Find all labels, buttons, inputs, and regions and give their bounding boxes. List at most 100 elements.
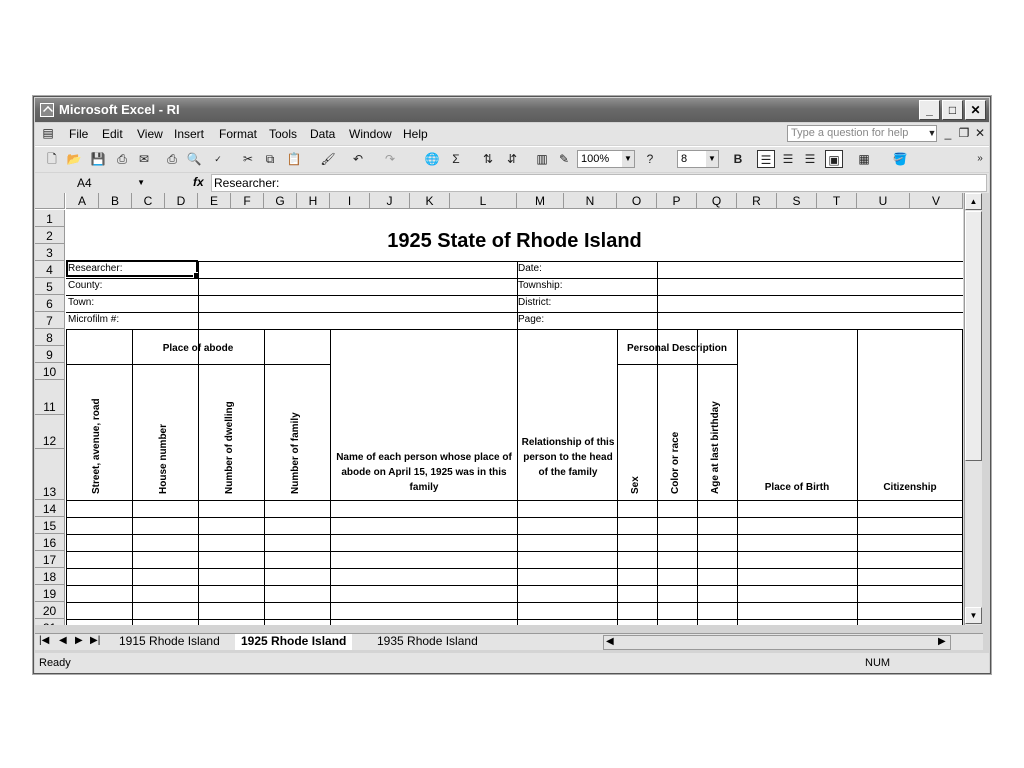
spelling-icon[interactable]: ✓ [209,150,227,168]
hyperlink-icon[interactable]: 🌐 [423,150,441,168]
column-header-s[interactable]: S [777,193,817,209]
copy-icon[interactable]: ⧉ [261,150,279,168]
email-icon[interactable]: ✉ [135,150,153,168]
close-button[interactable]: ✕ [965,100,986,120]
doc-close-button[interactable]: ✕ [971,124,989,142]
help-icon[interactable]: ? [641,150,659,168]
column-header-b[interactable]: B [99,193,132,209]
cut-icon[interactable]: ✂ [239,150,257,168]
scroll-down-button[interactable]: ▼ [965,607,982,624]
column-header-o[interactable]: O [617,193,657,209]
merge-center-icon[interactable]: ▣ [825,150,843,168]
scroll-left-button[interactable]: ◀ [606,636,614,647]
row-header-9[interactable]: 9 [35,346,65,363]
align-left-icon[interactable]: ☰ [757,150,775,168]
row-header-19[interactable]: 19 [35,585,65,602]
row-header-20[interactable]: 20 [35,602,65,619]
minimize-button[interactable]: _ [919,100,940,120]
column-header-p[interactable]: P [657,193,697,209]
column-header-u[interactable]: U [857,193,910,209]
undo-icon[interactable]: ↶ [349,150,367,168]
menu-view[interactable]: View [137,127,163,141]
vertical-scrollbar[interactable]: ▲ ▼ [964,193,982,625]
column-header-l[interactable]: L [450,193,517,209]
column-header-k[interactable]: K [410,193,450,209]
row-header-2[interactable]: 2 [35,227,65,244]
column-header-d[interactable]: D [165,193,198,209]
column-header-g[interactable]: G [264,193,297,209]
name-box-dropdown-icon[interactable]: ▼ [137,174,145,192]
column-header-m[interactable]: M [517,193,564,209]
row-header-14[interactable]: 14 [35,500,65,517]
sort-descending-icon[interactable]: ⇵ [503,150,521,168]
column-header-i[interactable]: I [330,193,370,209]
borders-icon[interactable]: ▦ [855,150,873,168]
worksheet-grid[interactable]: ABCDEFGHIJKLMNOPQRSTUV 1 2 3 4 5 6 7 8 9 10 11 12 13… [35,193,963,625]
column-header-n[interactable]: N [564,193,617,209]
bold-button[interactable]: B [729,150,747,168]
row-header-17[interactable]: 17 [35,551,65,568]
menu-window[interactable]: Window [349,127,392,141]
column-header-r[interactable]: R [737,193,777,209]
first-sheet-icon[interactable]: |◀ [39,635,49,646]
menu-tools[interactable]: Tools [269,127,297,141]
permission-icon[interactable]: ⎙ [113,150,131,168]
row-header-1[interactable]: 1 [35,210,65,227]
row-header-15[interactable]: 15 [35,517,65,534]
row-header-16[interactable]: 16 [35,534,65,551]
row-header-12[interactable]: 12 [35,415,65,449]
autosum-icon[interactable]: Σ [447,150,465,168]
menu-data[interactable]: Data [310,127,335,141]
last-sheet-icon[interactable]: ▶| [90,635,100,646]
menu-file[interactable]: File [69,127,88,141]
row-header-7[interactable]: 7 [35,312,65,329]
row-header-8[interactable]: 8 [35,329,65,346]
font-size-combo[interactable]: 8 ▼ [677,150,719,168]
ask-question-box[interactable]: Type a question for help [787,125,937,142]
align-right-icon[interactable]: ☰ [801,150,819,168]
workbook-icon[interactable]: ▤ [39,124,57,142]
tab-1925[interactable]: 1925 Rhode Island [235,634,353,650]
column-header-f[interactable]: F [231,193,264,209]
row-header-4[interactable]: 4 [35,261,65,278]
column-header-e[interactable]: E [198,193,231,209]
row-header-18[interactable]: 18 [35,568,65,585]
row-header-5[interactable]: 5 [35,278,65,295]
name-box[interactable]: A4 ▼ [37,174,149,192]
save-icon[interactable]: 💾 [89,150,107,168]
open-icon[interactable]: 📂 [65,150,83,168]
formula-input[interactable]: Researcher: [211,174,987,192]
maximize-button[interactable]: □ [942,100,963,120]
fill-color-icon[interactable]: 🪣 [891,150,909,168]
row-header-6[interactable]: 6 [35,295,65,312]
drawing-icon[interactable]: ✎ [555,150,573,168]
new-icon[interactable]: 🗋 [43,150,61,168]
menu-help[interactable]: Help [403,127,428,141]
row-header-13[interactable]: 13 [35,449,65,500]
select-all-corner[interactable] [35,193,65,209]
active-cell-a4[interactable] [66,260,200,279]
column-header-c[interactable]: C [132,193,165,209]
vertical-scroll-thumb[interactable] [965,211,982,461]
column-header-t[interactable]: T [817,193,857,209]
row-header-11[interactable]: 11 [35,380,65,415]
format-painter-icon[interactable]: 🖌 [319,150,337,168]
row-header-10[interactable]: 10 [35,363,65,380]
menu-edit[interactable]: Edit [102,127,123,141]
column-header-h[interactable]: H [297,193,330,209]
tab-1915[interactable]: 1915 Rhode Island [113,634,226,650]
excel-app-icon[interactable] [40,103,54,117]
column-header-a[interactable]: A [66,193,99,209]
toolbar-options-icon[interactable]: » [971,150,989,168]
menu-format[interactable]: Format [219,127,257,141]
align-center-icon[interactable]: ☰ [779,150,797,168]
menu-insert[interactable]: Insert [174,127,204,141]
next-sheet-icon[interactable]: ▶ [75,635,83,646]
cell-area[interactable]: 1925 State of Rhode Island Researcher: C… [66,210,963,625]
column-header-q[interactable]: Q [697,193,737,209]
zoom-dropdown-icon[interactable]: ▼ [622,151,634,167]
row-header-21[interactable]: 21 [35,619,65,625]
horizontal-scrollbar[interactable]: ◀ ▶ [603,635,951,650]
tab-1935[interactable]: 1935 Rhode Island [371,634,484,650]
scroll-up-button[interactable]: ▲ [965,193,982,210]
